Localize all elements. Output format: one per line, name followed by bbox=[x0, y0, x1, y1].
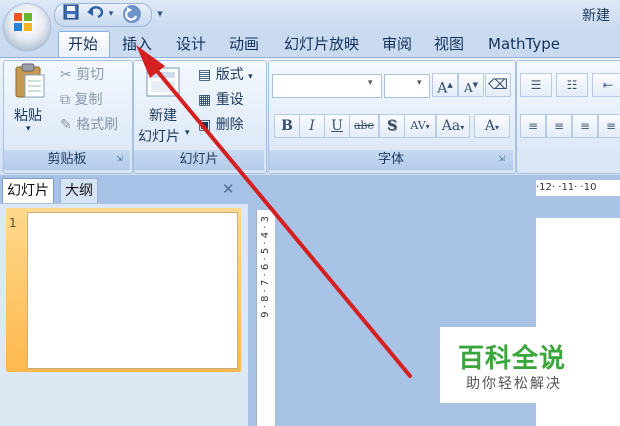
bold-button[interactable]: B bbox=[274, 114, 300, 138]
layout-label: 版式 bbox=[215, 67, 244, 83]
grow-font-button[interactable]: A▲ bbox=[432, 73, 458, 97]
tab-design[interactable]: 设计 bbox=[176, 32, 206, 56]
copy-icon: ⧉ bbox=[60, 92, 70, 108]
reset-label: 重设 bbox=[215, 92, 244, 108]
undo-dropdown-icon[interactable]: ▾ bbox=[106, 4, 116, 24]
font-name-dropdown-icon[interactable]: ▾ bbox=[368, 78, 373, 88]
tab-slideshow[interactable]: 幻灯片放映 bbox=[284, 32, 359, 56]
clear-formatting-button[interactable]: ⌫ bbox=[485, 73, 511, 97]
paste-button[interactable]: 粘贴 bbox=[14, 105, 42, 125]
justify-icon: ≡ bbox=[605, 119, 617, 133]
align-left-button[interactable]: ≡ bbox=[520, 114, 546, 138]
bullets-icon: ☰ bbox=[530, 78, 542, 92]
grow-font-up-icon: ▲ bbox=[447, 81, 453, 89]
cut-button[interactable]: ✂ 剪切 bbox=[60, 64, 104, 84]
vertical-ruler: 9 · 8 · 7 · 6 · 5 · 4 · 3 bbox=[256, 210, 275, 426]
scissors-icon: ✂ bbox=[60, 67, 72, 83]
change-case-dropdown-icon: ▾ bbox=[460, 123, 465, 132]
shrink-font-label: A bbox=[463, 81, 473, 95]
font-color-dropdown-icon: ▾ bbox=[495, 123, 500, 132]
grow-font-label: A bbox=[437, 80, 448, 97]
change-case-label: Aa bbox=[441, 118, 461, 134]
format-painter-label: 格式刷 bbox=[76, 117, 119, 133]
new-slide-label-1[interactable]: 新建 bbox=[149, 105, 177, 125]
layout-dropdown-icon: ▾ bbox=[248, 72, 253, 82]
align-center-button[interactable]: ≡ bbox=[546, 114, 572, 138]
tab-insert[interactable]: 插入 bbox=[122, 32, 152, 56]
layout-icon: ▤ bbox=[198, 67, 212, 83]
slide-thumbnail[interactable] bbox=[27, 212, 238, 369]
clipboard-label: 剪贴板 bbox=[4, 150, 130, 170]
paste-icon bbox=[12, 62, 46, 104]
office-logo-icon bbox=[14, 13, 32, 31]
close-pane-icon[interactable]: ✕ bbox=[222, 180, 235, 198]
font-size-dropdown-icon[interactable]: ▾ bbox=[417, 78, 422, 88]
tab-review[interactable]: 审阅 bbox=[382, 32, 412, 56]
justify-button[interactable]: ≡ bbox=[598, 114, 620, 138]
brush-icon: ✎ bbox=[60, 117, 72, 133]
indent-icon: ⇤ bbox=[602, 78, 614, 92]
layout-button[interactable]: ▤ 版式 ▾ bbox=[198, 64, 253, 84]
character-spacing-label: AV bbox=[410, 119, 426, 132]
window-title: 新建 bbox=[582, 8, 610, 24]
vertical-ruler-ticks: 9 · 8 · 7 · 6 · 5 · 4 · 3 bbox=[260, 216, 271, 318]
clipboard-launcher-icon[interactable]: ⇲ bbox=[116, 154, 123, 163]
new-slide-dropdown-icon[interactable]: ▾ bbox=[185, 128, 190, 138]
format-painter-button[interactable]: ✎ 格式刷 bbox=[60, 114, 118, 134]
tab-slides-pane[interactable]: 幻灯片 bbox=[2, 178, 54, 203]
new-slide-label-2[interactable]: 幻灯片 bbox=[138, 126, 180, 146]
shrink-font-button[interactable]: A▼ bbox=[458, 73, 484, 97]
underline-button[interactable]: U bbox=[324, 114, 350, 138]
paste-dropdown-icon[interactable]: ▾ bbox=[26, 124, 31, 134]
tab-animation[interactable]: 动画 bbox=[229, 32, 259, 56]
cut-label: 剪切 bbox=[76, 67, 105, 83]
slide-number: 1 bbox=[9, 216, 17, 230]
font-size-combo[interactable] bbox=[384, 74, 430, 98]
slides-label: 幻灯片 bbox=[134, 150, 264, 170]
character-spacing-button[interactable]: AV▾ bbox=[404, 114, 436, 138]
align-center-icon: ≡ bbox=[553, 119, 565, 133]
align-right-button[interactable]: ≡ bbox=[572, 114, 598, 138]
align-left-icon: ≡ bbox=[527, 119, 539, 133]
shadow-button[interactable]: S bbox=[379, 114, 405, 138]
reset-button[interactable]: ▦ 重设 bbox=[198, 89, 244, 109]
delete-icon: ▣ bbox=[198, 117, 212, 133]
horizontal-ruler: ·12· ·11· ·10 bbox=[536, 180, 620, 196]
numbering-button[interactable]: ☷ bbox=[556, 73, 588, 97]
decrease-indent-button[interactable]: ⇤ bbox=[592, 73, 620, 97]
customize-icon[interactable]: ▾ bbox=[154, 4, 166, 24]
delete-button[interactable]: ▣ 删除 bbox=[198, 114, 244, 134]
strikethrough-button[interactable]: abe bbox=[349, 114, 379, 138]
redo-icon[interactable] bbox=[120, 4, 144, 24]
font-name-combo[interactable] bbox=[272, 74, 382, 98]
copy-label: 复制 bbox=[74, 92, 103, 108]
numbering-icon: ☷ bbox=[566, 78, 578, 92]
font-color-label: A bbox=[484, 118, 496, 134]
tab-home[interactable]: 开始 bbox=[68, 32, 98, 56]
save-icon[interactable] bbox=[62, 4, 80, 24]
font-color-button[interactable]: A▾ bbox=[474, 114, 510, 138]
watermark-subtitle: 助你轻松解决 bbox=[466, 376, 562, 392]
tab-view[interactable]: 视图 bbox=[434, 32, 464, 56]
character-spacing-dropdown-icon: ▾ bbox=[425, 122, 430, 131]
bullets-button[interactable]: ☰ bbox=[520, 73, 552, 97]
undo-icon[interactable] bbox=[86, 4, 104, 24]
reset-icon: ▦ bbox=[198, 92, 212, 108]
watermark-title: 百科全说 bbox=[458, 344, 567, 374]
font-label: 字体 bbox=[269, 150, 513, 170]
italic-button[interactable]: I bbox=[299, 114, 325, 138]
shrink-font-down-icon: ▼ bbox=[472, 81, 479, 89]
new-slide-icon bbox=[145, 64, 183, 104]
copy-button[interactable]: ⧉ 复制 bbox=[60, 89, 102, 109]
change-case-button[interactable]: Aa▾ bbox=[436, 114, 470, 138]
tab-mathtype[interactable]: MathType bbox=[488, 32, 560, 56]
tab-outline-pane[interactable]: 大纲 bbox=[60, 178, 98, 203]
font-launcher-icon[interactable]: ⇲ bbox=[498, 154, 505, 163]
align-right-icon: ≡ bbox=[579, 119, 591, 133]
delete-label: 删除 bbox=[215, 117, 244, 133]
eraser-icon: ⌫ bbox=[488, 77, 508, 93]
